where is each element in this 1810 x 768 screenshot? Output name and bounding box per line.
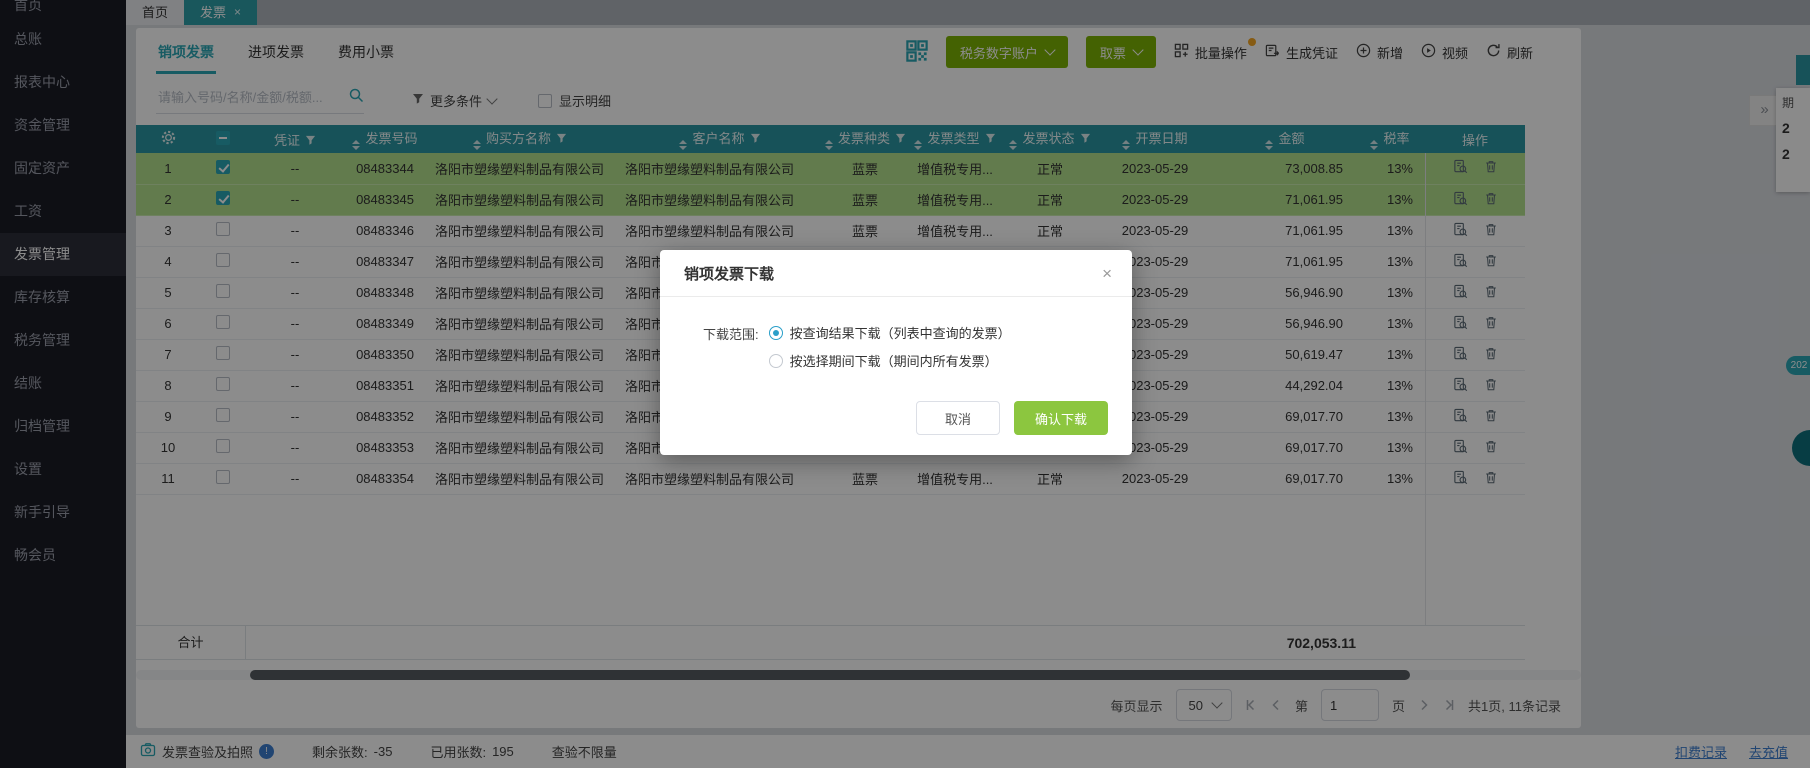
scope-label: 下载范围: — [703, 327, 759, 342]
dialog-header: 销项发票下载 × — [660, 250, 1132, 297]
radio-unselected-icon — [768, 353, 783, 368]
radio-download-by-query[interactable]: 按查询结果下载（列表中查询的发票） — [768, 323, 1011, 342]
radio-download-by-period[interactable]: 按选择期间下载（期间内所有发票） — [768, 351, 1011, 370]
confirm-download-button[interactable]: 确认下载 — [1014, 401, 1108, 435]
cancel-button[interactable]: 取消 — [916, 401, 1000, 435]
radio-selected-icon — [768, 325, 783, 340]
app-root: 首页 总账 报表中心 资金管理 固定资产 工资 发票管理 库存核算 税务管理 结账 归档管理 设置 新手… — [0, 0, 1810, 768]
close-icon[interactable]: × — [1102, 265, 1112, 282]
dialog-title: 销项发票下载 — [684, 265, 775, 283]
dialog-footer: 取消 确认下载 — [916, 401, 1108, 435]
radio-download-by-period-label: 按选择期间下载（期间内所有发票） — [789, 354, 998, 369]
dialog-body: 下载范围: 按查询结果下载（列表中查询的发票） 按选择期间下载（期间内所有发票） — [660, 297, 1132, 370]
radio-download-by-query-label: 按查询结果下载（列表中查询的发票） — [789, 326, 1011, 341]
download-dialog: 销项发票下载 × 下载范围: 按查询结果下载（列表中查询的发票） 按选择期间下载… — [660, 250, 1132, 455]
